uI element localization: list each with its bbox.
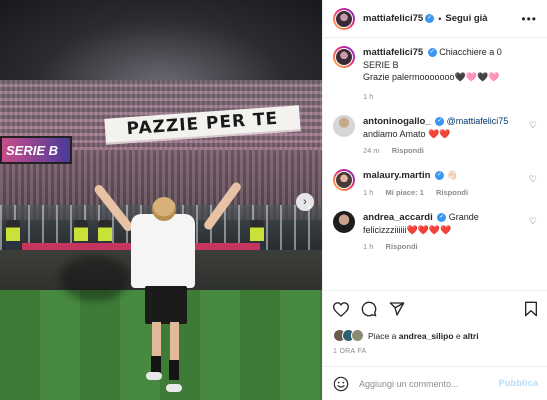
post-photo[interactable]: SERIE B PAZZIE PER TE ›	[0, 0, 322, 400]
like-heart-icon[interactable]	[333, 301, 349, 317]
commenter-avatar[interactable]	[333, 169, 355, 191]
save-bookmark-icon[interactable]	[524, 301, 538, 317]
publish-button[interactable]: Pubblica	[498, 378, 538, 389]
next-photo-icon[interactable]: ›	[296, 193, 314, 211]
author-username[interactable]: mattiafelici75	[363, 13, 423, 24]
post-modal: SERIE B PAZZIE PER TE › mattiafelici75 ✓	[0, 0, 547, 400]
comment-item: andrea_accardi ✓ Grande felicizzziiiiii❤…	[333, 211, 537, 253]
player-right-sock	[169, 360, 179, 380]
share-icon[interactable]	[389, 301, 405, 317]
emoji-icon[interactable]	[333, 376, 349, 392]
stadium-screen-text: SERIE B	[6, 142, 59, 158]
likes-prefix: Piace a	[368, 330, 399, 341]
add-comment-bar: Aggiungi un commento... Pubblica	[323, 366, 547, 400]
comment-time: 1 h	[363, 242, 374, 251]
comment-time: 24 m	[363, 146, 380, 155]
player-shorts	[145, 286, 187, 324]
comment-username[interactable]: andrea_accardi	[363, 212, 433, 223]
liker-avatar[interactable]	[351, 329, 364, 342]
comment-item: antoninogallo_ ✓ @mattiafelici75 andiamo…	[333, 115, 537, 157]
caption-username[interactable]: mattiafelici75	[363, 47, 423, 58]
comment-mention[interactable]: @mattiafelici75	[447, 116, 509, 126]
verified-badge-icon: ✓	[434, 171, 444, 181]
player-left-shoe	[146, 372, 162, 380]
stadium-screen: SERIE B	[0, 136, 72, 164]
caption-line2: SERIE B	[363, 60, 399, 70]
comment-likes-count[interactable]: Mi piace: 1	[386, 188, 424, 197]
commenter-avatar[interactable]	[333, 211, 355, 233]
likes-others[interactable]: altri	[463, 331, 479, 341]
post-timestamp[interactable]: 1 ORA FA	[333, 348, 538, 355]
comment-text: 👋🏻	[446, 170, 458, 180]
caption-line1: Chiacchiere a 0	[439, 47, 502, 57]
comment-text-line2: felicizzziiiiii❤️❤️❤️❤️	[363, 225, 452, 235]
comment-username[interactable]: antoninogallo_	[363, 116, 431, 127]
like-comment-heart-icon[interactable]: ♡	[529, 174, 537, 185]
caption-avatar[interactable]	[333, 46, 355, 68]
verified-badge-icon: ✓	[435, 117, 445, 127]
verified-badge-icon: ✓	[427, 48, 437, 58]
like-comment-heart-icon[interactable]: ♡	[529, 120, 537, 131]
more-options-icon[interactable]: •••	[521, 12, 537, 26]
verified-badge-icon: ✓	[437, 213, 447, 223]
comment-icon[interactable]	[361, 301, 377, 317]
like-comment-heart-icon[interactable]: ♡	[529, 216, 537, 227]
reply-button[interactable]: Rispondi	[392, 146, 424, 155]
likes-user[interactable]: andrea_silipo	[399, 331, 454, 341]
caption-line3: Grazie palermooooooo🖤🩷🖤🩷	[363, 72, 500, 82]
commenter-avatar[interactable]	[333, 115, 355, 137]
comment-text: andiamo Amato ❤️❤️	[363, 129, 451, 139]
steward	[6, 220, 20, 250]
comment-item: malaury.martin ✓ 👋🏻 1 h Mi piace: 1 Risp…	[333, 169, 537, 199]
caption-time: 1 h	[363, 92, 374, 101]
following-button[interactable]: Segui già	[445, 13, 487, 24]
comment-username[interactable]: malaury.martin	[363, 170, 430, 181]
player-shirt	[131, 214, 195, 288]
post-header: mattiafelici75 ✓ • Segui già •••	[323, 0, 547, 38]
author-avatar[interactable]	[333, 7, 355, 30]
reply-button[interactable]: Rispondi	[436, 188, 468, 197]
reply-button[interactable]: Rispondi	[386, 242, 418, 251]
header-separator: •	[438, 13, 442, 24]
player-head	[152, 197, 176, 221]
player-right-shoe	[166, 384, 182, 392]
comment-input[interactable]: Aggiungi un commento...	[359, 379, 459, 389]
comments-list: mattiafelici75 ✓ Chiacchiere a 0 SERIE B…	[323, 38, 547, 253]
comment-text-line1: Grande	[448, 212, 479, 222]
post-actions: Piace a andrea_silipo e altri 1 ORA FA	[323, 290, 547, 355]
likes-suffix: e	[453, 330, 463, 341]
night-sky	[0, 0, 322, 86]
player-shadow	[60, 255, 130, 301]
verified-badge-icon: ✓	[425, 14, 435, 23]
post-sidebar: mattiafelici75 ✓ • Segui già ••• mattiaf…	[322, 0, 547, 400]
caption: mattiafelici75 ✓ Chiacchiere a 0 SERIE B…	[333, 46, 537, 103]
likes-summary: Piace a andrea_silipo e altri	[333, 329, 538, 342]
comment-time: 1 h	[363, 188, 374, 197]
